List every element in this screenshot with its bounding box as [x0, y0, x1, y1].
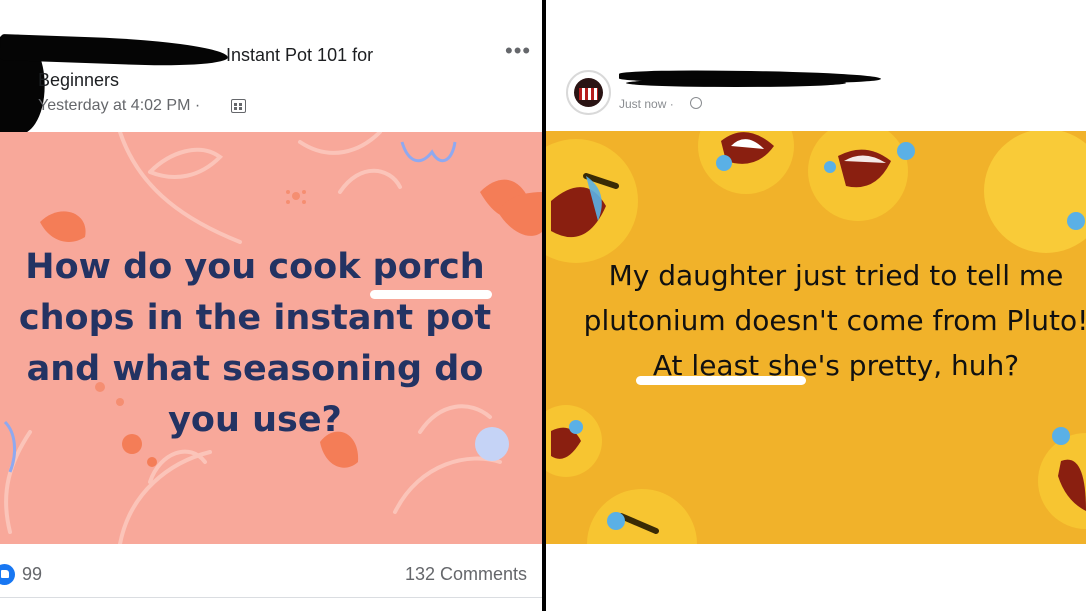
- post-background: My daughter just tried to tell me pluton…: [546, 131, 1086, 544]
- group-audience-icon: [231, 99, 246, 113]
- laughing-emoji-icon: [984, 131, 1086, 253]
- post-timestamp[interactable]: Just now ·: [619, 97, 674, 111]
- redacted-poster-name-underlayer: [626, 79, 846, 87]
- post-timestamp[interactable]: Yesterday at 4:02 PM ·: [38, 97, 200, 115]
- group-name-continued[interactable]: Beginners: [38, 70, 119, 91]
- avatar[interactable]: [566, 70, 611, 115]
- post-background: How do you cook porch chops in the insta…: [0, 132, 542, 544]
- comments-link[interactable]: 132 Comments: [405, 564, 527, 585]
- laughing-emoji-icon: [587, 489, 697, 544]
- footer-divider: [0, 597, 542, 598]
- group-name[interactable]: Instant Pot 101 for: [226, 45, 373, 66]
- laughing-emoji-icon: [546, 405, 602, 477]
- like-icon[interactable]: [0, 564, 15, 585]
- post-text: How do you cook porch chops in the insta…: [18, 247, 492, 440]
- laughing-emoji-icon: [546, 139, 638, 263]
- post-text: My daughter just tried to tell me pluton…: [583, 259, 1086, 382]
- avatar-image: [574, 78, 603, 107]
- reaction-count[interactable]: 99: [22, 564, 42, 585]
- laughing-emoji-icon: [808, 131, 915, 221]
- more-options-icon[interactable]: •••: [505, 40, 531, 62]
- highlight-underline: [636, 376, 806, 385]
- highlight-underline: [370, 290, 492, 299]
- post-footer: [546, 544, 1086, 611]
- laughing-emoji-icon: [698, 131, 794, 194]
- left-post: Instant Pot 101 for Beginners Yesterday …: [0, 0, 542, 611]
- public-globe-icon: [690, 97, 702, 109]
- right-post: Just now · My daughter just tried to tel…: [546, 0, 1086, 611]
- laughing-emoji-icon: [1038, 427, 1086, 529]
